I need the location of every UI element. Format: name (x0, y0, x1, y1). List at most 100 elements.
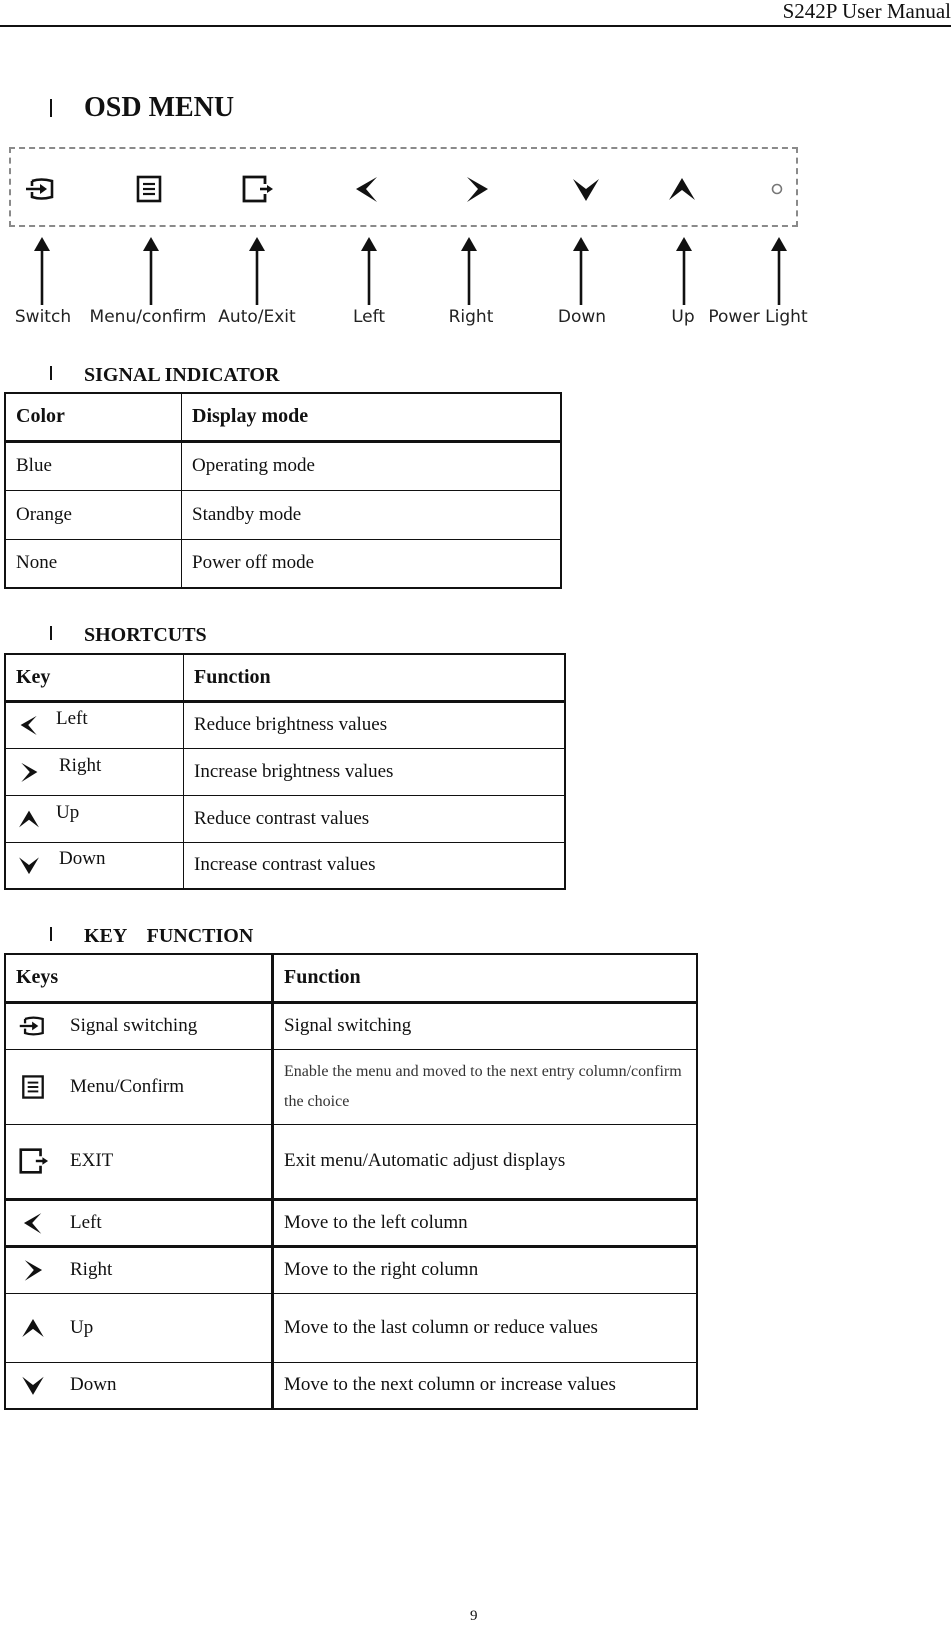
osd-label-switch: Switch (14, 307, 72, 327)
chevron-down-icon (569, 172, 603, 206)
table-row: Right Move to the right column (4, 1245, 698, 1294)
key-label: Left (56, 708, 88, 729)
table-header-row: Keys Function (4, 953, 698, 1004)
table-row: Left Move to the left column (4, 1198, 698, 1248)
color-cell: Orange (4, 489, 182, 540)
input-switch-icon (16, 1011, 50, 1041)
chevron-down-icon (16, 1371, 50, 1399)
signal-indicator-table: Color Display mode Blue Operating mode O… (4, 392, 562, 589)
section-bullet (50, 99, 52, 117)
osd-label-down: Down (557, 307, 607, 327)
function-cell: Move to the next column or increase valu… (272, 1361, 698, 1410)
shortcuts-table: Key Function Left Reduce brightness valu… (4, 653, 566, 890)
key-label: EXIT (70, 1150, 114, 1171)
chevron-up-icon (16, 1314, 50, 1342)
key-label: Menu/Confirm (70, 1075, 184, 1097)
menu-list-icon (16, 1072, 50, 1102)
osd-label-up: Up (671, 307, 695, 327)
power-light-icon (760, 172, 794, 206)
exit-icon (16, 1145, 50, 1177)
key-label: Right (59, 754, 102, 776)
table-row: Right Increase brightness values (4, 747, 566, 796)
function-cell: Move to the left column (272, 1198, 698, 1248)
column-header: Color (4, 392, 182, 443)
function-cell: Enable the menu and moved to the next en… (272, 1048, 698, 1125)
chevron-right-icon (460, 172, 494, 206)
color-cell: Blue (4, 440, 182, 491)
input-switch-icon (24, 172, 58, 206)
key-function-table: Keys Function Signal switching Signal sw… (4, 953, 698, 1410)
chevron-left-icon (16, 712, 42, 738)
display-mode-cell: Standby mode (181, 489, 562, 540)
color-cell: None (4, 538, 182, 589)
function-cell: Increase brightness values (183, 747, 566, 796)
function-cell: Move to the right column (272, 1245, 698, 1294)
table-row: None Power off mode (4, 538, 562, 589)
function-cell: Reduce contrast values (183, 794, 566, 843)
arrow-up-icon (459, 237, 479, 305)
table-header-row: Key Function (4, 653, 566, 703)
signal-indicator-title: SIGNAL INDICATOR (84, 364, 280, 386)
arrow-up-icon (674, 237, 694, 305)
display-mode-cell: Operating mode (181, 440, 562, 491)
chevron-up-icon (16, 806, 42, 832)
key-label: Up (70, 1316, 94, 1338)
function-cell: Reduce brightness values (183, 700, 566, 749)
table-row: Left Reduce brightness values (4, 700, 566, 749)
arrow-up-icon (32, 237, 52, 305)
key-label: Down (70, 1374, 117, 1396)
table-row: Blue Operating mode (4, 440, 562, 491)
column-header: Display mode (181, 392, 562, 443)
exit-icon (240, 172, 274, 206)
section-bullet (50, 626, 52, 640)
chevron-left-icon (16, 1209, 50, 1237)
osd-label-left: Left (353, 307, 385, 327)
key-label: Down (59, 848, 106, 870)
column-header: Key (4, 653, 184, 703)
table-row: Down Move to the next column or increase… (4, 1361, 698, 1410)
key-label: Left (70, 1211, 102, 1233)
arrow-up-icon (247, 237, 267, 305)
column-header: Keys (4, 953, 274, 1004)
chevron-down-icon (16, 852, 42, 878)
page-number: 9 (470, 1608, 478, 1624)
table-row: EXIT Exit menu/Automatic adjust displays (4, 1123, 698, 1201)
table-row: Orange Standby mode (4, 489, 562, 540)
arrow-up-icon (769, 237, 789, 305)
header-rule (0, 25, 951, 27)
column-header: Function (183, 653, 566, 703)
column-header: Function (272, 953, 698, 1004)
arrow-up-icon (571, 237, 591, 305)
chevron-right-icon (16, 759, 42, 785)
function-cell: Increase contrast values (183, 841, 566, 890)
osd-label-auto-exit: Auto/Exit (218, 307, 296, 327)
chevron-left-icon (350, 172, 384, 206)
arrow-up-icon (141, 237, 161, 305)
function-cell: Move to the last column or reduce values (272, 1292, 698, 1363)
function-cell: Exit menu/Automatic adjust displays (272, 1123, 698, 1201)
document-header-title: S242P User Manual (782, 0, 951, 23)
chevron-right-icon (16, 1256, 50, 1284)
key-label: Up (56, 801, 80, 823)
osd-label-power-light: Power Light (708, 307, 808, 327)
section-bullet (50, 927, 52, 941)
osd-label-menu-confirm: Menu/confirm (89, 307, 207, 327)
table-header-row: Color Display mode (4, 392, 562, 443)
chevron-up-icon (665, 172, 699, 206)
table-row: Up Reduce contrast values (4, 794, 566, 843)
arrow-up-icon (359, 237, 379, 305)
osd-menu-title: OSD MENU (84, 92, 235, 123)
shortcuts-title: SHORTCUTS (84, 624, 207, 646)
table-row: Down Increase contrast values (4, 841, 566, 890)
function-cell: Signal switching (272, 1001, 698, 1050)
table-row: Menu/Confirm Enable the menu and moved t… (4, 1048, 698, 1125)
table-row: Signal switching Signal switching (4, 1001, 698, 1050)
menu-list-icon (132, 172, 166, 206)
osd-label-right: Right (448, 307, 494, 327)
key-label: Right (70, 1259, 113, 1280)
key-label: Signal switching (70, 1015, 198, 1036)
key-function-title: KEY FUNCTION (84, 925, 254, 947)
display-mode-cell: Power off mode (181, 538, 562, 589)
section-bullet (50, 366, 52, 380)
table-row: Up Move to the last column or reduce val… (4, 1292, 698, 1363)
